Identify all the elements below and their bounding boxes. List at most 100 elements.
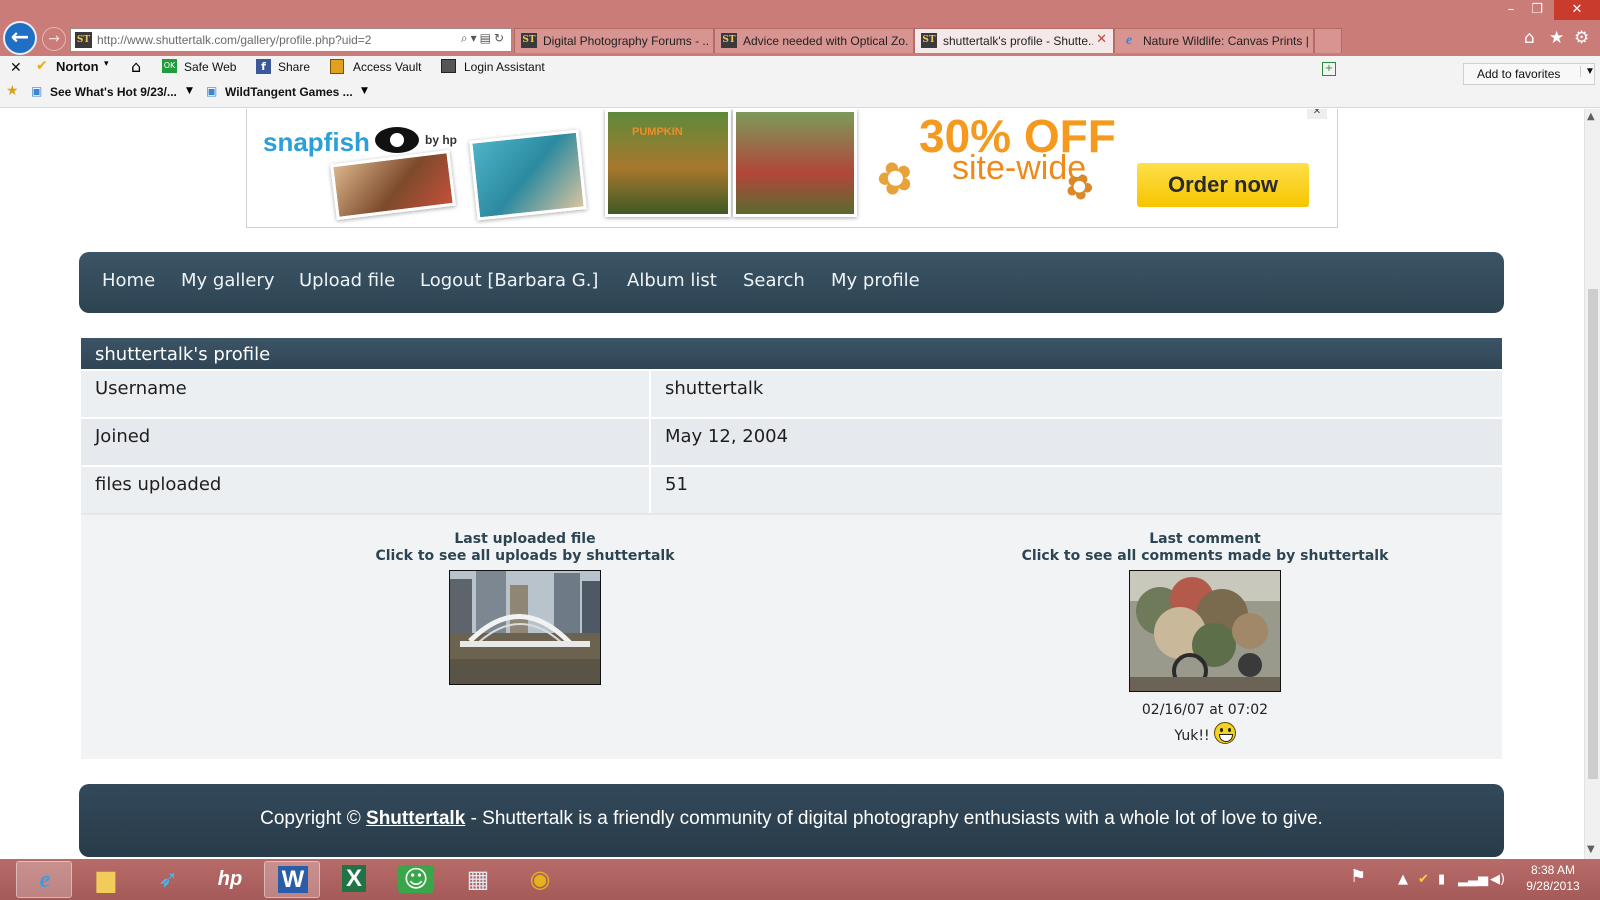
address-bar[interactable]: ST http://www.shuttertalk.com/gallery/pr… xyxy=(70,28,512,52)
norton-tray-icon[interactable]: ✔ xyxy=(1418,872,1429,887)
ad-photo-prints xyxy=(330,149,456,221)
taskbar-file-explorer[interactable]: ▆ xyxy=(78,861,134,898)
row-value-files-uploaded: 51 xyxy=(665,474,688,495)
nav-search[interactable]: Search xyxy=(743,270,805,291)
scroll-up-icon[interactable]: ▲ xyxy=(1587,111,1595,122)
page-scrollbar[interactable]: ▲ ▼ xyxy=(1584,109,1600,859)
shuttertalk-home-link[interactable]: Shuttertalk xyxy=(366,808,465,829)
chevron-down-icon[interactable]: ▼ xyxy=(186,86,193,96)
ad-close-icon[interactable]: ✕ xyxy=(1307,109,1327,119)
messenger-icon: ☺ xyxy=(388,865,444,893)
oak-leaf-icon: ✿ xyxy=(869,148,922,209)
tab-label: Advice needed with Optical Zo... xyxy=(743,34,909,48)
nav-home[interactable]: Home xyxy=(102,270,155,291)
ad-photo-book-left: PUMPKIN xyxy=(605,109,731,217)
home-icon[interactable]: ⌂ xyxy=(1524,28,1535,48)
taskbar-messenger[interactable]: ☺ xyxy=(388,861,444,898)
close-tab-icon[interactable]: ✕ xyxy=(1096,32,1107,47)
nav-my-gallery[interactable]: My gallery xyxy=(181,270,275,291)
row-label-files-uploaded: files uploaded xyxy=(95,474,222,495)
show-hidden-icons[interactable]: ▲ xyxy=(1398,872,1408,887)
site-footer: Copyright © Shuttertalk - Shuttertalk is… xyxy=(79,784,1504,857)
norton-check-icon: ✔ xyxy=(36,58,48,74)
last-uploaded-file-link[interactable]: Last uploaded file xyxy=(225,531,825,548)
add-tab-icon[interactable]: + xyxy=(1322,62,1336,76)
add-to-favorites-button[interactable]: Add to favorites ▼ xyxy=(1463,63,1595,85)
action-center-alert-icon[interactable]: ⚑ xyxy=(1350,866,1366,887)
last-comment-link[interactable]: Last comment xyxy=(905,531,1505,548)
tab-label: shuttertalk's profile - Shutte... xyxy=(943,34,1093,48)
ad-photo-caption: PUMPKIN xyxy=(632,126,683,138)
footer-tagline: - Shuttertalk is a friendly community of… xyxy=(470,808,1323,829)
column-divider xyxy=(649,371,651,417)
snapfish-ad-banner[interactable]: snapfish by hp PUMPKIN 30% OFF site-wide… xyxy=(246,109,1338,228)
page-content: snapfish by hp PUMPKIN 30% OFF site-wide… xyxy=(0,109,1584,859)
internet-explorer-icon: e xyxy=(39,867,51,893)
last-comment-thumbnail[interactable] xyxy=(1129,570,1281,692)
market-cart-photo xyxy=(1130,571,1280,691)
nav-my-profile[interactable]: My profile xyxy=(831,270,920,291)
taskbar-internet-explorer[interactable]: e xyxy=(16,861,72,898)
gear-icon[interactable]: ⚙ xyxy=(1574,28,1589,48)
tab-nature-wildlife-canvas[interactable]: e Nature Wildlife: Canvas Prints |... xyxy=(1114,28,1314,53)
last-upload-thumbnail[interactable] xyxy=(449,570,601,685)
access-vault-menu[interactable]: Access Vault xyxy=(353,60,421,74)
volume-icon[interactable]: ◀) xyxy=(1490,872,1505,887)
scroll-down-icon[interactable]: ▼ xyxy=(1587,844,1595,855)
nav-upload-file[interactable]: Upload file xyxy=(299,270,395,291)
all-comments-link[interactable]: Click to see all comments made by shutte… xyxy=(905,548,1505,565)
tab-advice-optical-zoom[interactable]: ST Advice needed with Optical Zo... xyxy=(714,28,914,53)
tab-digital-photography-forums[interactable]: ST Digital Photography Forums - ... xyxy=(514,28,714,53)
scroll-thumb[interactable] xyxy=(1588,289,1598,779)
favorites-star-icon[interactable]: ★ xyxy=(1549,28,1564,48)
add-to-favorites-label: Add to favorites xyxy=(1477,67,1561,81)
favorites-star-icon[interactable]: ★ xyxy=(6,83,19,99)
favorites-link-wildtangent[interactable]: WildTangent Games ... xyxy=(225,85,353,99)
forward-button[interactable]: → xyxy=(42,27,66,51)
tab-shuttertalk-profile[interactable]: ST shuttertalk's profile - Shutte... ✕ xyxy=(914,28,1114,53)
arrow-right-icon: → xyxy=(48,31,60,47)
address-url[interactable]: http://www.shuttertalk.com/gallery/profi… xyxy=(97,33,371,47)
search-icon[interactable]: ⌕ xyxy=(461,31,471,45)
taskbar-word[interactable]: W xyxy=(264,861,320,898)
taskbar-clock[interactable]: 8:38 AM 9/28/2013 xyxy=(1518,862,1588,894)
all-uploads-link[interactable]: Click to see all uploads by shuttertalk xyxy=(225,548,825,565)
ie-favicon: e xyxy=(1125,33,1133,48)
close-window-button[interactable]: ✕ xyxy=(1554,0,1600,20)
taskbar-chrome[interactable]: ◉ xyxy=(512,861,568,898)
taskbar-excel[interactable]: X xyxy=(326,861,382,898)
nav-logout[interactable]: Logout [Barbara G.] xyxy=(420,270,598,291)
taskbar-hp[interactable]: hp xyxy=(202,861,258,898)
login-assistant-menu[interactable]: Login Assistant xyxy=(464,60,545,74)
taskbar-calculator[interactable]: ▦ xyxy=(450,861,506,898)
dropdown-icon[interactable]: ▾ xyxy=(471,31,480,45)
norton-menu[interactable]: Norton xyxy=(56,59,99,74)
column-divider xyxy=(649,419,651,465)
network-signal-icon[interactable]: ▂▃▅ xyxy=(1458,872,1488,887)
table-row: Joined May 12, 2004 xyxy=(81,417,1502,465)
nav-album-list[interactable]: Album list xyxy=(627,270,717,291)
snapfish-fish-eye-icon xyxy=(375,127,419,153)
safe-web-menu[interactable]: Safe Web xyxy=(184,60,236,74)
access-vault-icon xyxy=(330,59,344,74)
device-tray-icon[interactable]: ▮ xyxy=(1438,872,1445,887)
compatibility-icon[interactable]: ▤ xyxy=(480,31,494,45)
refresh-icon[interactable]: ↻ xyxy=(494,31,507,45)
taskbar-hp-launcher[interactable]: ➶ xyxy=(140,861,196,898)
share-menu[interactable]: Share xyxy=(278,60,310,74)
facebook-icon: f xyxy=(256,59,271,74)
bridge-photo xyxy=(450,571,600,684)
close-toolbar-icon[interactable]: ✕ xyxy=(10,59,22,76)
favorites-link-whats-hot[interactable]: See What's Hot 9/23/... xyxy=(50,85,177,99)
chevron-down-icon[interactable]: ▼ xyxy=(1580,66,1595,77)
back-button[interactable]: ← xyxy=(3,21,37,55)
order-now-button[interactable]: Order now xyxy=(1137,163,1309,207)
calculator-icon: ▦ xyxy=(466,865,490,893)
home-icon[interactable]: ⌂ xyxy=(131,57,141,76)
table-row: files uploaded 51 xyxy=(81,465,1502,513)
new-tab-button[interactable] xyxy=(1314,28,1342,53)
chevron-down-icon[interactable]: ▼ xyxy=(361,86,368,96)
restore-button[interactable]: ❐ xyxy=(1522,0,1552,20)
address-bar-icons[interactable]: ⌕▾▤↻ xyxy=(461,31,507,46)
profile-table: shuttertalk's profile Username shutterta… xyxy=(81,338,1502,759)
